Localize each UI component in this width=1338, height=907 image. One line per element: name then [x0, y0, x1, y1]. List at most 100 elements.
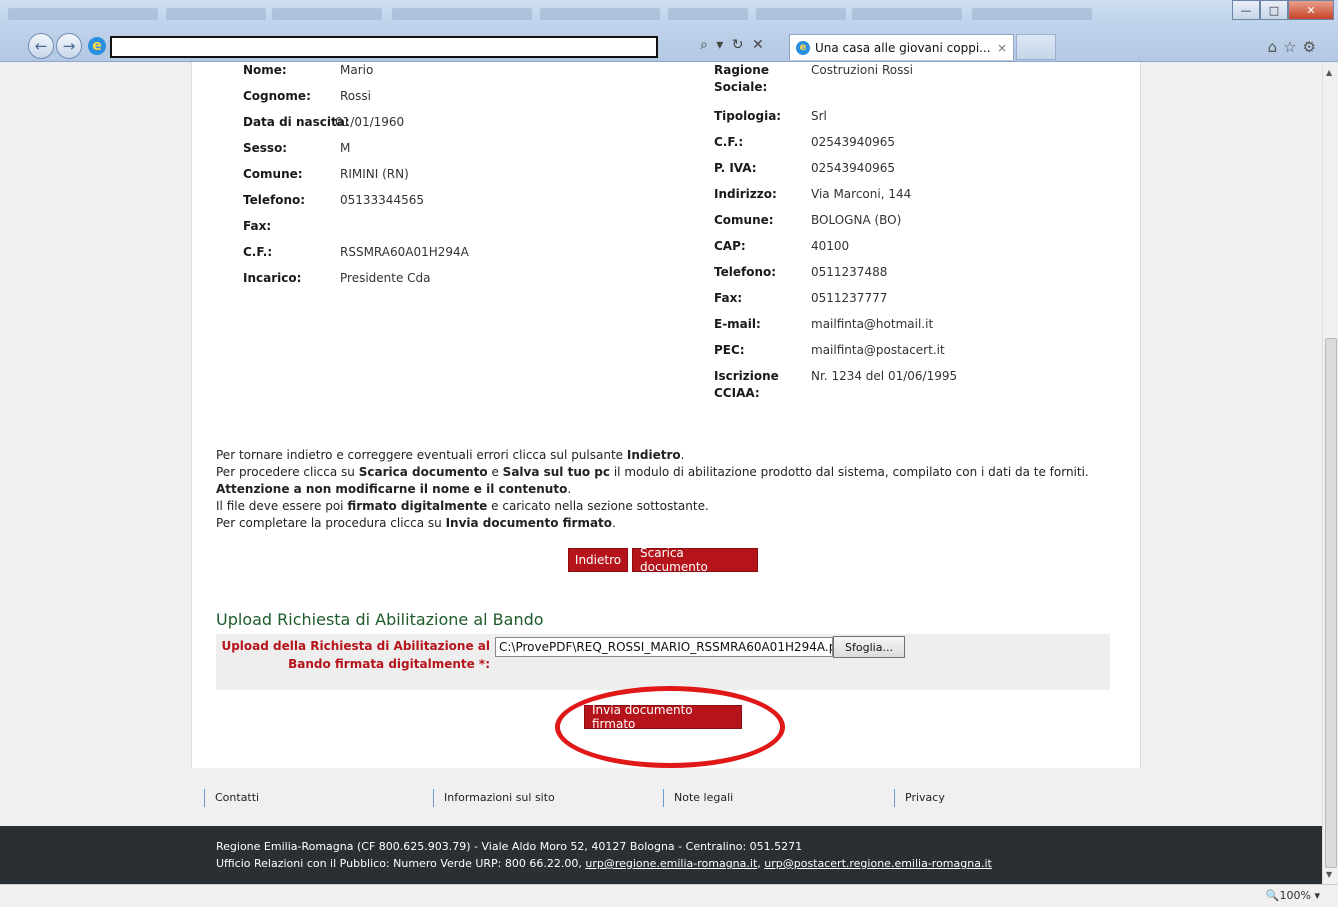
instruction-bold: Salva sul tuo pc — [502, 465, 611, 479]
maximize-icon[interactable]: □ — [1260, 0, 1288, 20]
impresa-value: BOLOGNA (BO) — [811, 213, 902, 227]
impresa-value: Costruzioni Rossi — [811, 63, 913, 77]
favorites-star-icon[interactable]: ☆ — [1283, 38, 1302, 56]
instruction-text: . — [680, 448, 685, 462]
status-bar: 🔍100% ▾ — [0, 884, 1338, 907]
close-window-icon[interactable]: ✕ — [1288, 0, 1334, 20]
file-path-input[interactable]: C:\ProvePDF\REQ_ROSSI_MARIO_RSSMRA60A01H… — [495, 637, 833, 657]
instruction-text: Per completare la procedura clicca su — [216, 516, 446, 530]
navigation-bar: ← → e ⌕ ▾ ↻ ✕ e Una casa alle giovani co… — [0, 30, 1338, 62]
forward-arrow-icon[interactable]: → — [56, 33, 82, 59]
impresa-value: 40100 — [811, 239, 850, 253]
instruction-bold: Attenzione a non modificarne il nome e i… — [216, 482, 568, 496]
impresa-value: 0511237488 — [811, 265, 888, 279]
impresa-value: 02543940965 — [811, 161, 895, 175]
upload-form-row: Upload della Richiesta di Abilitazione a… — [216, 634, 1110, 690]
instruction-text: Il file deve essere poi — [216, 499, 348, 513]
impresa-label: Fax: — [714, 291, 743, 305]
persona-value: RIMINI (RN) — [340, 167, 409, 181]
favorites-item-blurred[interactable] — [540, 8, 660, 20]
persona-label: Incarico: — [243, 271, 302, 285]
footer-pec-link[interactable]: urp@postacert.regione.emilia-romagna.it — [764, 857, 992, 870]
persona-label: Fax: — [243, 219, 272, 233]
favorites-bar: — □ ✕ — [0, 0, 1338, 28]
scroll-up-icon[interactable]: ▲ — [1326, 68, 1332, 77]
impresa-label: PEC: — [714, 343, 745, 357]
favorites-item-blurred[interactable] — [852, 8, 962, 20]
instruction-text: e — [487, 465, 503, 479]
instruction-bold: firmato digitalmente — [347, 499, 488, 513]
home-icon[interactable]: ⌂ — [1268, 38, 1284, 56]
instruction-bold: Indietro — [626, 448, 681, 462]
upload-section-title: Upload Richiesta di Abilitazione al Band… — [216, 610, 544, 629]
gear-icon[interactable]: ⚙ — [1303, 38, 1322, 56]
persona-value: Rossi — [340, 89, 371, 103]
impresa-label: C.F.: — [714, 135, 744, 149]
instruction-text: e caricato nella sezione sottostante. — [487, 499, 709, 513]
persona-label: Comune: — [243, 167, 303, 181]
sfoglia-button[interactable]: Sfoglia... — [833, 636, 905, 658]
footer-link-contatti[interactable]: Contatti — [204, 789, 259, 807]
address-bar[interactable] — [110, 36, 658, 58]
impresa-value: Srl — [811, 109, 827, 123]
instruction-bold: Scarica documento — [358, 465, 488, 479]
footer-info: Regione Emilia-Romagna (CF 800.625.903.7… — [0, 826, 1322, 884]
indietro-button[interactable]: Indietro — [568, 548, 628, 572]
impresa-label: Comune: — [714, 213, 774, 227]
zoom-icon: 🔍 — [1265, 889, 1280, 902]
footer-text: Ufficio Relazioni con il Pubblico: Numer… — [216, 857, 586, 870]
instruction-text: Per tornare indietro e correggere eventu… — [216, 448, 627, 462]
instruction-text: Per procedere clicca su — [216, 465, 359, 479]
chevron-down-icon[interactable]: ▾ — [1314, 889, 1320, 902]
persona-label: Sesso: — [243, 141, 288, 155]
impresa-label: CCIAA: — [714, 386, 760, 400]
favorites-item-blurred[interactable] — [392, 8, 532, 20]
favorites-item-blurred[interactable] — [668, 8, 748, 20]
impresa-value: 0511237777 — [811, 291, 888, 305]
zoom-level: 100% — [1279, 889, 1311, 902]
new-tab-button[interactable] — [1016, 34, 1056, 60]
highlight-annotation — [555, 686, 785, 768]
footer-email-link[interactable]: urp@regione.emilia-romagna.it — [585, 857, 757, 870]
tab-close-icon[interactable]: × — [997, 41, 1007, 55]
persona-label: Telefono: — [243, 193, 306, 207]
instruction-text: . — [567, 482, 572, 496]
scroll-thumb[interactable] — [1325, 338, 1337, 868]
scroll-down-icon[interactable]: ▼ — [1326, 870, 1332, 879]
impresa-label: E-mail: — [714, 317, 761, 331]
impresa-label: CAP: — [714, 239, 746, 253]
minimize-icon[interactable]: — — [1232, 0, 1260, 20]
persona-value: 05133344565 — [340, 193, 424, 207]
impresa-label: Telefono: — [714, 265, 777, 279]
persona-value: M — [340, 141, 351, 155]
favorites-item-blurred[interactable] — [272, 8, 382, 20]
zoom-control[interactable]: 🔍100% ▾ — [1266, 889, 1320, 902]
footer-link-info[interactable]: Informazioni sul sito — [433, 789, 555, 807]
persona-value: Mario — [340, 63, 374, 77]
scarica-documento-button[interactable]: Scarica documento — [632, 546, 758, 574]
persona-label: Data di nascita: — [243, 115, 350, 129]
vertical-scrollbar[interactable]: ▲ ▼ — [1322, 62, 1338, 884]
impresa-label: P. IVA: — [714, 161, 757, 175]
persona-value: Presidente Cda — [340, 271, 431, 285]
favorites-item-blurred[interactable] — [8, 8, 158, 20]
tab-active[interactable]: e Una casa alle giovani coppi... × — [789, 34, 1014, 60]
favorites-item-blurred[interactable] — [756, 8, 846, 20]
persona-label: Nome: — [243, 63, 287, 77]
favorites-item-blurred[interactable] — [972, 8, 1092, 20]
tab-title: Una casa alle giovani coppi... — [815, 40, 991, 55]
impresa-value: Via Marconi, 144 — [811, 187, 912, 201]
impresa-value: 02543940965 — [811, 135, 895, 149]
footer-link-privacy[interactable]: Privacy — [894, 789, 945, 807]
impresa-label: Tipologia: — [714, 109, 782, 123]
footer-link-note-legali[interactable]: Note legali — [663, 789, 733, 807]
impresa-value: mailfinta@postacert.it — [811, 343, 945, 357]
favorites-item-blurred[interactable] — [166, 8, 266, 20]
instruction-text: . — [612, 516, 616, 530]
persona-label: C.F.: — [243, 245, 273, 259]
persona-label: Cognome: — [243, 89, 311, 103]
page-viewport: Nome: Mario Cognome: Rossi Data di nasci… — [0, 62, 1322, 884]
ie-logo-icon: e — [88, 37, 106, 55]
search-refresh-stop-icons[interactable]: ⌕ ▾ ↻ ✕ — [700, 37, 766, 53]
back-arrow-icon[interactable]: ← — [28, 33, 54, 59]
